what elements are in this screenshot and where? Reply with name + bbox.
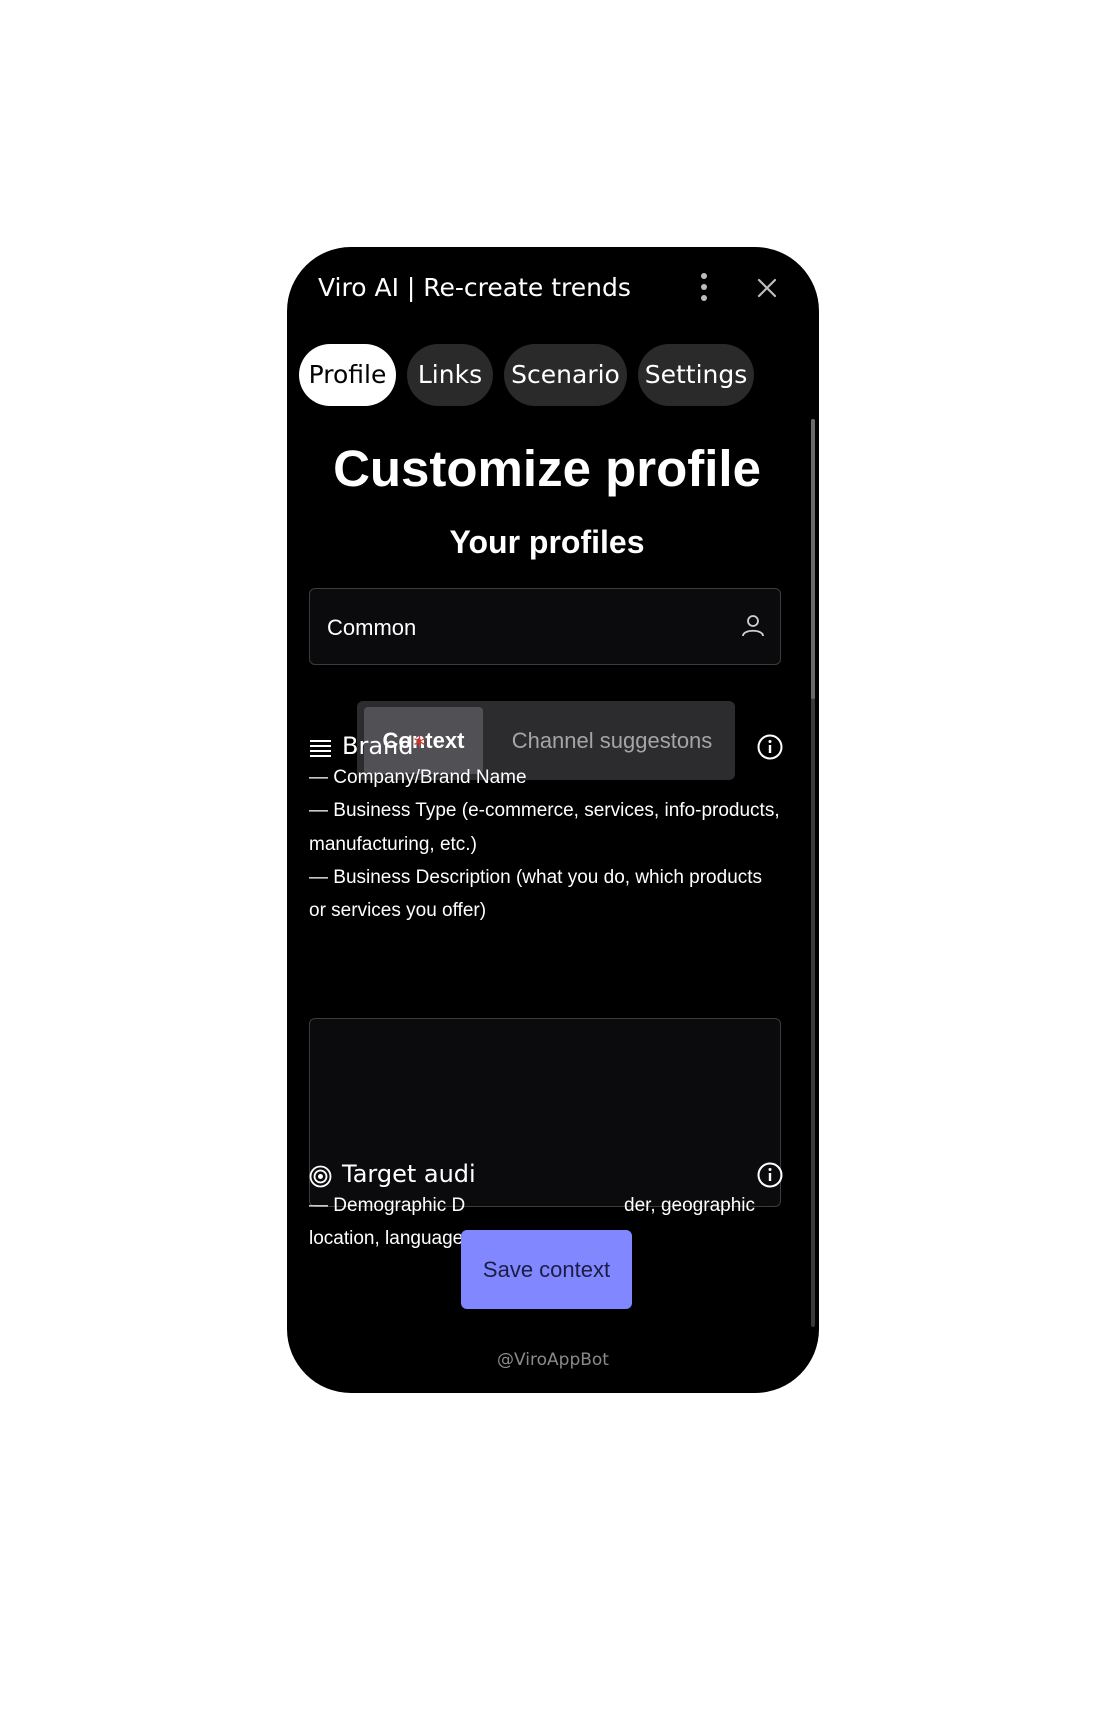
app-title: Viro AI | Re-create trends	[318, 273, 631, 302]
brand-label: Brand	[342, 732, 414, 760]
target-audience-field-header: Target audi	[309, 1160, 789, 1192]
target-desc-fragment: — Demographic D	[309, 1195, 466, 1216]
more-dot	[701, 284, 707, 290]
info-icon[interactable]	[756, 1161, 784, 1189]
close-button[interactable]	[754, 275, 780, 301]
tab-links[interactable]: Links	[407, 344, 493, 406]
scrollbar[interactable]	[811, 419, 815, 1327]
more-menu-button[interactable]	[692, 273, 716, 303]
profile-select-value: Common	[327, 615, 417, 640]
profile-select[interactable]: Common	[309, 588, 781, 665]
brand-desc-line: — Business Description (what you do, whi…	[309, 866, 763, 888]
brand-field-header: Brand*	[309, 732, 789, 764]
save-context-button[interactable]: Save context	[461, 1230, 632, 1309]
tab-profile[interactable]: Profile	[299, 344, 396, 406]
tab-scenario[interactable]: Scenario	[504, 344, 627, 406]
page-title: Customize profile	[333, 440, 761, 497]
info-icon[interactable]	[756, 733, 784, 761]
target-icon	[309, 1165, 332, 1188]
target-audience-title: Target audi	[342, 1160, 476, 1188]
brand-desc-line: manufacturing, etc.)	[309, 833, 477, 855]
brand-desc-line: or services you offer)	[309, 900, 487, 922]
brand-field-description: — Company/Brand Name — Business Type (e-…	[309, 761, 789, 927]
section-title: Your profiles	[449, 524, 645, 560]
more-vertical-icon	[701, 273, 707, 279]
more-dot	[701, 295, 707, 301]
target-desc-line: — Demographic D der, geographic	[309, 1189, 789, 1222]
close-icon	[757, 278, 777, 298]
brand-field-title: Brand*	[342, 732, 425, 760]
title-bar: Viro AI | Re-create trends	[287, 247, 819, 327]
app-window: Viro AI | Re-create trends Profile Links…	[287, 247, 819, 1393]
lines-icon	[310, 740, 331, 757]
person-icon	[742, 615, 764, 637]
tab-settings[interactable]: Settings	[638, 344, 754, 406]
scrollbar-thumb[interactable]	[811, 419, 815, 699]
brand-desc-line: — Business Type (e-commerce, services, i…	[309, 800, 780, 822]
bot-handle: @ViroAppBot	[497, 1350, 609, 1370]
target-desc-fragment: der, geographic	[624, 1195, 755, 1216]
brand-desc-line: — Company/Brand Name	[309, 767, 527, 788]
required-mark: *	[413, 732, 426, 760]
